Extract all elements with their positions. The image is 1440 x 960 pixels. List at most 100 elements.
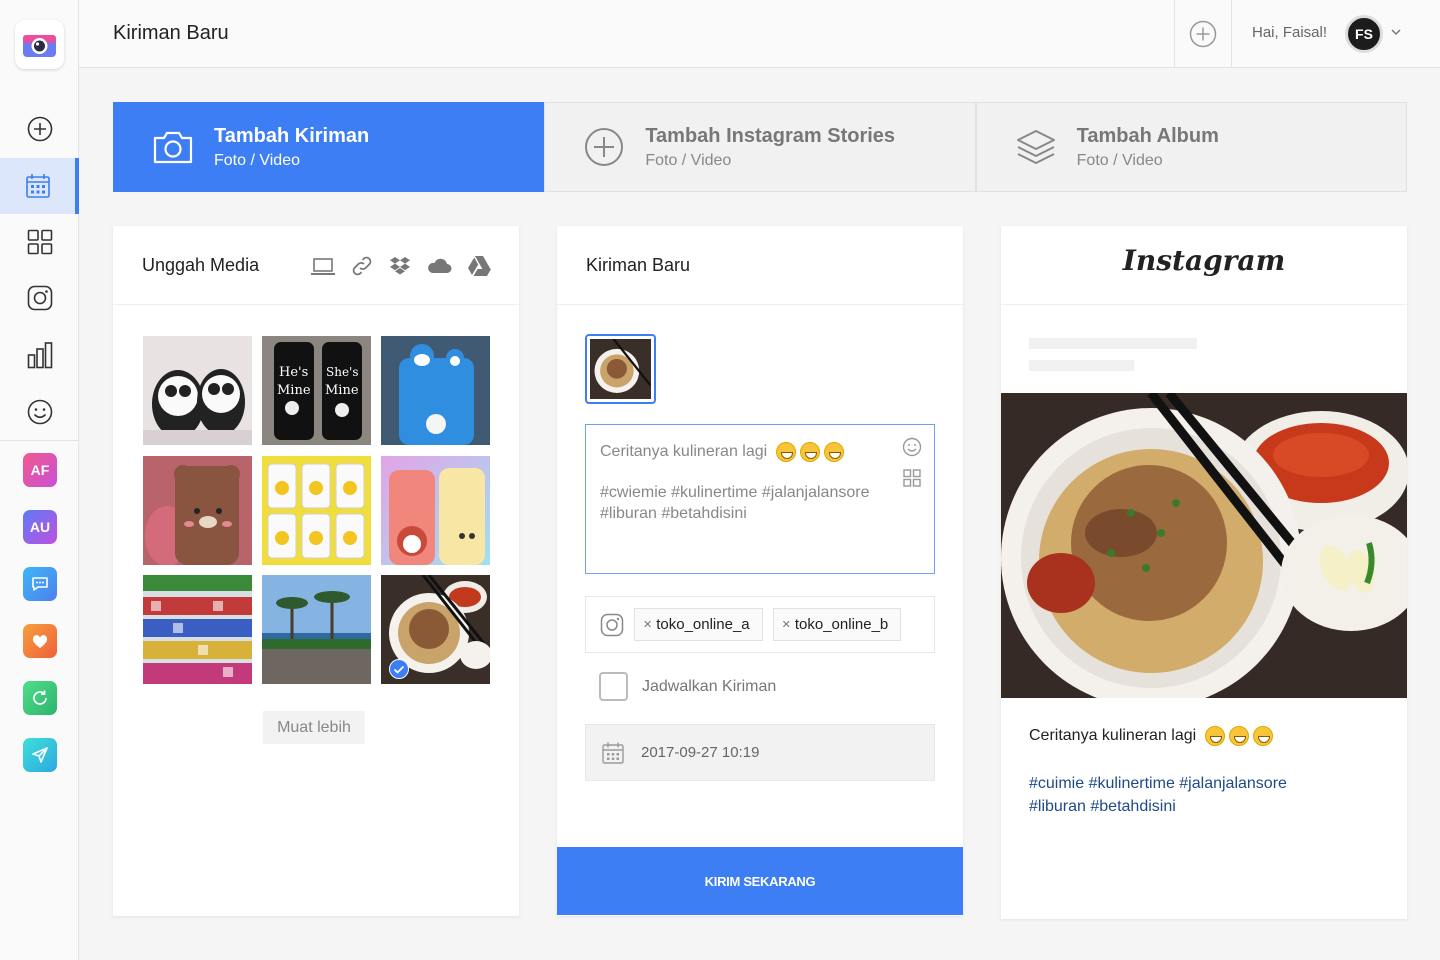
top-bar: Kiriman Baru Hai, Faisal! FS (79, 0, 1440, 68)
account-chip-label: toko_online_a (656, 616, 750, 633)
tab-tambah-album[interactable]: Tambah Album Foto / Video (975, 102, 1407, 192)
bear-case-image (143, 456, 252, 565)
laptop-icon[interactable] (310, 254, 336, 278)
svg-text:He's: He's (279, 365, 308, 380)
svg-text:She's: She's (326, 365, 359, 379)
bar-chart-icon (27, 342, 52, 369)
sidebar-item-add[interactable] (0, 101, 79, 157)
post-type-tabs: Tambah Kiriman Foto / Video Tambah Instag… (113, 102, 1407, 192)
chat-icon (32, 577, 48, 591)
heart-icon (32, 635, 48, 648)
media-thumb-panda[interactable] (143, 336, 252, 445)
account-chip[interactable]: ✕ toko_online_b (772, 608, 902, 641)
minions-case-image (262, 456, 371, 565)
sidebar-item-smiley[interactable] (0, 384, 79, 440)
tab-title: Tambah Kiriman (214, 124, 370, 147)
media-thumb-mine[interactable]: He's Mine She's Mine (262, 336, 371, 445)
schedule-date-field[interactable]: 2017-09-27 10:19 (585, 724, 935, 781)
app-refresh-badge[interactable] (23, 681, 57, 715)
smiley-icon (27, 399, 52, 425)
media-thumb-noodles-selected[interactable] (381, 575, 490, 684)
grid-icon[interactable] (903, 469, 921, 487)
add-circle-icon (585, 128, 624, 166)
load-more-button[interactable]: Muat lebih (263, 711, 365, 744)
user-greeting: Hai, Faisal! (1252, 24, 1328, 41)
instagram-wordmark: Instagram (1122, 244, 1286, 277)
tab-tambah-kiriman[interactable]: Tambah Kiriman Foto / Video (113, 102, 545, 192)
sidebar-item-analytics[interactable] (0, 327, 79, 383)
schedule-label: Jadwalkan Kiriman (642, 677, 777, 695)
media-thumb-beach[interactable] (262, 575, 371, 684)
cloud-icon[interactable] (426, 254, 452, 278)
media-thumb-bear[interactable] (143, 456, 252, 565)
dropbox-icon[interactable] (388, 254, 412, 278)
preview-photo (1001, 393, 1407, 698)
send-now-button[interactable]: KIRIM SEKARANG (557, 847, 963, 915)
emoji-picker-icon[interactable] (902, 437, 922, 457)
noodle-bowl-photo (1001, 393, 1407, 698)
new-post-card: Kiriman Baru Ceritanya kulineran lagi #c… (557, 226, 963, 916)
shelf-cases-image (143, 575, 252, 684)
grin-emoji-icon (775, 441, 796, 462)
tab-subtitle: Foto / Video (1076, 151, 1163, 169)
caption-hashtags: #cwiemie #kulinertime #jalanjalansore #l… (600, 484, 870, 522)
google-drive-icon[interactable] (466, 254, 492, 278)
media-thumb-shelf[interactable] (143, 575, 252, 684)
avatar[interactable]: FS (1345, 15, 1383, 53)
remove-chip-icon[interactable]: ✕ (782, 618, 791, 631)
app-af-badge[interactable]: AF (23, 453, 57, 487)
tab-tambah-stories[interactable]: Tambah Instagram Stories Foto / Video (544, 102, 976, 192)
placeholder-line (1029, 338, 1197, 349)
account-selector[interactable]: ✕ toko_online_a ✕ toko_online_b (585, 596, 935, 653)
sidebar-item-grid[interactable] (0, 214, 79, 270)
svg-text:Mine: Mine (325, 383, 359, 398)
preview-caption-line: Ceritanya kulineran lagi (1029, 726, 1273, 746)
instagram-icon (27, 285, 52, 311)
link-icon[interactable] (350, 254, 374, 278)
page-title: Kiriman Baru (113, 22, 229, 44)
grin-emoji-icon (1228, 726, 1249, 746)
grin-emoji-icon (1204, 726, 1225, 746)
caption-textarea[interactable]: Ceritanya kulineran lagi #cwiemie #kulin… (585, 424, 935, 574)
app-likes-badge[interactable] (23, 624, 57, 658)
camera-icon (153, 131, 193, 164)
schedule-checkbox[interactable] (599, 672, 628, 701)
tab-title: Tambah Instagram Stories (645, 124, 896, 147)
media-thumb-doraemon[interactable] (381, 336, 490, 445)
caption-line: Ceritanya kulineran lagi (600, 441, 920, 462)
tab-subtitle: Foto / Video (214, 151, 300, 169)
media-thumb-cute[interactable] (381, 456, 490, 565)
sidebar-divider (0, 440, 79, 441)
add-circle-icon (27, 116, 52, 142)
top-add-button[interactable] (1174, 0, 1232, 68)
tab-subtitle: Foto / Video (645, 151, 732, 169)
selected-media-thumb[interactable] (585, 334, 656, 404)
app-logo[interactable] (15, 20, 64, 69)
refresh-icon (33, 690, 47, 705)
media-thumb-minions[interactable] (262, 456, 371, 565)
upload-title: Unggah Media (142, 255, 260, 275)
app-au-badge[interactable]: AU (23, 510, 57, 544)
sidebar-item-instagram[interactable] (0, 270, 79, 326)
send-icon (32, 747, 48, 763)
account-chip[interactable]: ✕ toko_online_a (634, 608, 763, 641)
doraemon-case-image (381, 336, 490, 445)
instagram-icon (600, 613, 624, 636)
app-chat-badge[interactable] (23, 567, 57, 601)
beach-palms-image (262, 575, 371, 684)
instagram-preview-card: Instagram Ceritanya kulineran lagi #cuim… (1001, 226, 1407, 919)
grin-emoji-icon (823, 441, 844, 462)
composer-title: Kiriman Baru (586, 255, 691, 275)
account-chip-label: toko_online_b (794, 616, 889, 633)
noodle-bowl-image (590, 338, 652, 399)
upload-media-card: Unggah Media He's Mine She's Mine Muat l… (113, 226, 519, 916)
grin-emoji-icon (1252, 726, 1273, 746)
chevron-down-icon[interactable] (1390, 26, 1402, 38)
sidebar-item-calendar[interactable] (0, 158, 79, 214)
schedule-toggle-row[interactable]: Jadwalkan Kiriman (599, 672, 776, 701)
calendar-icon (602, 742, 624, 764)
remove-chip-icon[interactable]: ✕ (643, 618, 652, 631)
app-send-badge[interactable] (23, 738, 57, 772)
tab-title: Tambah Album (1076, 124, 1219, 147)
layers-icon (1016, 130, 1055, 164)
